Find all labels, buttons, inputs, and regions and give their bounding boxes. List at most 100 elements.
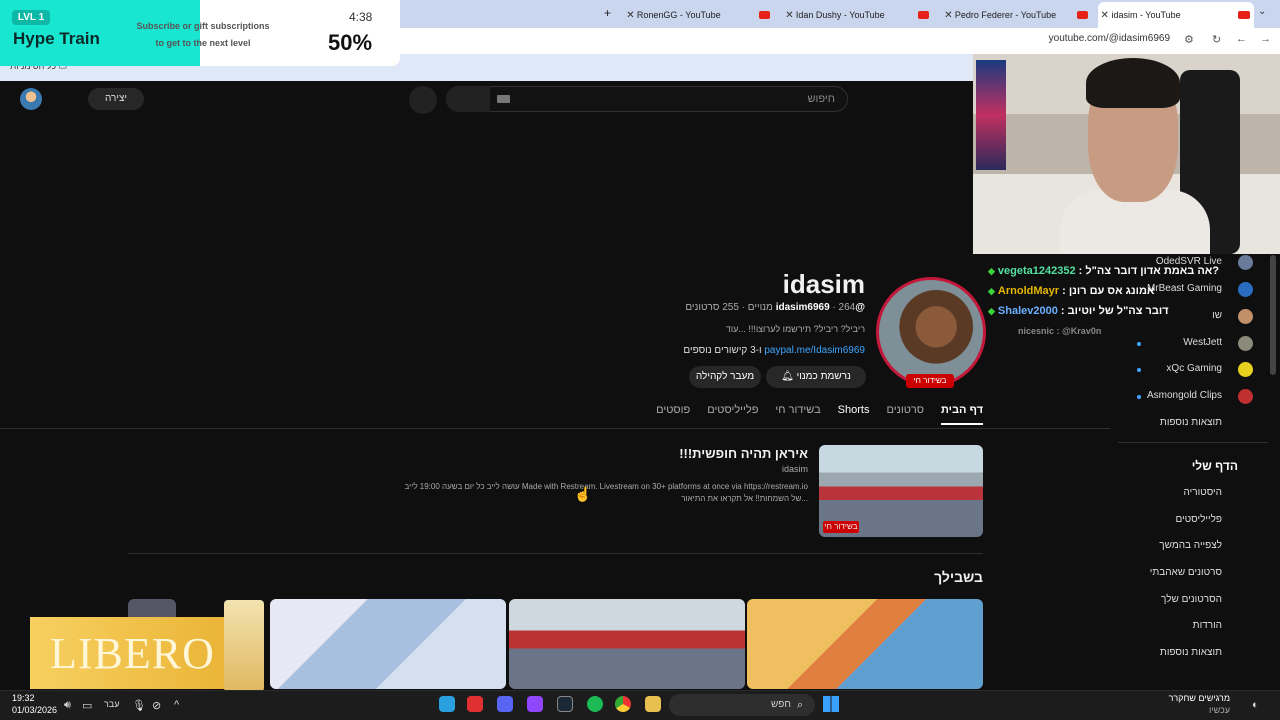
for-you-heading: בשבילך <box>934 569 983 585</box>
browser-tab-active[interactable]: ✕ idasim - YouTube <box>1098 2 1254 28</box>
hype-timer: 4:38 <box>349 10 373 24</box>
chat-message: ◆ vegeta1242352 : אה באמת אדון דובר צה"ל? <box>988 265 1219 277</box>
search-icon: ⌕ <box>797 699 804 711</box>
discord-icon[interactable] <box>497 696 513 712</box>
spotify-icon[interactable] <box>587 696 603 712</box>
sidebar-channel[interactable]: Asmongold Clips <box>1147 390 1222 401</box>
new-content-dot <box>1137 342 1141 346</box>
sidebar-scrollbar[interactable] <box>1270 255 1276 375</box>
forward-icon[interactable]: → <box>1260 33 1271 45</box>
mic-icon[interactable]: 🎙︎ <box>132 699 146 712</box>
create-button[interactable]: יצירה <box>88 88 144 110</box>
hype-train-title: Hype Train <box>13 29 100 48</box>
weather-notification-sub[interactable]: עכשיו <box>1209 705 1230 715</box>
chrome-icon[interactable] <box>615 696 631 712</box>
clock-time[interactable]: 19:32 <box>12 693 35 703</box>
chat-message: nicesnic : @Krav0n <box>1018 326 1102 336</box>
telegram-icon[interactable] <box>439 696 455 712</box>
browser-tab[interactable]: ✕ Idan Dushy - YouTube <box>783 4 933 26</box>
channel-avatar[interactable] <box>1238 255 1253 270</box>
featured-video-description: ...של השמחות!! אל תקראו את התיאור <box>681 494 808 503</box>
reload-icon[interactable]: ↻ <box>1212 33 1221 46</box>
tab-search-icon[interactable]: ⌄ <box>1258 6 1266 17</box>
language-indicator[interactable]: עבר <box>104 699 119 709</box>
taskbar <box>0 690 1280 720</box>
notifications-off-icon[interactable]: ⊘ <box>152 699 161 712</box>
video-thumbnail[interactable] <box>509 599 745 689</box>
network-icon[interactable]: ▭ <box>82 699 92 712</box>
clock-date[interactable]: 01/03/2026 <box>12 705 57 715</box>
channel-avatar[interactable] <box>1238 282 1253 297</box>
sidebar-show-more[interactable]: תוצאות נוספות <box>1160 417 1222 428</box>
sidebar-item-history[interactable]: היסטוריה <box>1184 487 1223 498</box>
account-avatar[interactable] <box>20 88 42 110</box>
channel-avatar[interactable] <box>1238 389 1253 404</box>
steam-icon[interactable] <box>557 696 573 712</box>
sidebar-channel[interactable]: WestJett <box>1183 337 1222 348</box>
windows-start-icon[interactable] <box>823 696 839 712</box>
close-icon[interactable]: ✕ <box>1098 10 1111 21</box>
featured-video-description: Made with Restream. Livestream on 30+ pl… <box>404 482 808 491</box>
browser-tab[interactable]: ✕ Pedro Federer - YouTube <box>942 4 1092 26</box>
url-text[interactable]: youtube.com/@idasim6969 <box>1049 33 1170 44</box>
channel-stats: @idasim6969 · 264 מנויים · 255 סרטונים <box>685 302 865 313</box>
voice-search-button[interactable] <box>409 86 437 114</box>
channel-avatar[interactable] <box>1238 309 1253 324</box>
tab-playlists[interactable]: פלייליסטים <box>707 404 758 425</box>
channel-avatar[interactable] <box>1238 336 1253 351</box>
tab-live[interactable]: בשידור חי <box>775 404 820 425</box>
tab-home[interactable]: דף הבית <box>940 404 983 425</box>
hype-train-subtitle: Subscribe or gift subscriptions to get t… <box>136 21 270 48</box>
sidebar-channel[interactable]: xQc Gaming <box>1166 363 1222 374</box>
close-icon[interactable]: ✕ <box>624 10 637 21</box>
channel-avatar[interactable] <box>1238 362 1253 377</box>
twitch-icon[interactable] <box>527 696 543 712</box>
chat-message: ◆ ArnoldMayr : אמונג אס עם רונן <box>988 285 1155 297</box>
close-icon[interactable]: ✕ <box>783 10 796 21</box>
live-badge: בשידור חי <box>823 521 859 533</box>
chevron-up-icon[interactable]: ^ <box>174 699 179 711</box>
channel-link[interactable]: paypal.me/Idasim6969 <box>764 345 865 356</box>
sidebar-item-downloads[interactable]: הורדות <box>1193 620 1222 631</box>
volume-icon[interactable]: 🔊︎ <box>64 699 71 712</box>
live-badge: בשידור חי <box>906 374 954 388</box>
community-button[interactable]: מעבר לקהילה <box>689 366 761 388</box>
browser-tab[interactable]: ✕ RonenGG - YouTube <box>624 4 774 26</box>
taskbar-search-input[interactable] <box>669 694 815 716</box>
sidebar-item-more[interactable]: תוצאות נוספות <box>1160 647 1222 658</box>
featured-video-title[interactable]: איראן תהיה חופשית!!! <box>679 446 808 461</box>
bell-icon: 🔔︎ <box>781 371 794 382</box>
tab-posts[interactable]: פוסטים <box>656 404 690 425</box>
sidebar-channel[interactable]: שו <box>1212 310 1222 321</box>
hype-percent: 50% <box>328 30 373 55</box>
notification-icon[interactable]: ◐ <box>1252 699 1259 711</box>
tab-shorts[interactable]: Shorts <box>838 404 870 425</box>
search-button[interactable] <box>446 86 490 112</box>
sidebar-channel[interactable]: MrBeast Gaming <box>1147 283 1222 294</box>
sidebar-item-liked[interactable]: סרטונים שאהבתי <box>1150 567 1222 578</box>
keyboard-icon[interactable] <box>497 95 510 103</box>
video-thumbnail[interactable] <box>270 599 506 689</box>
channel-links[interactable]: paypal.me/Idasim6969 ו-3 קישורים נוספים <box>683 345 865 356</box>
new-tab-button[interactable]: + <box>604 6 611 20</box>
weather-notification-title[interactable]: מרגישים שחקרר <box>1169 693 1230 703</box>
close-icon[interactable]: ✕ <box>942 10 955 21</box>
video-thumbnail[interactable] <box>747 599 983 689</box>
sidebar-item-playlists[interactable]: פלייליסטים <box>1175 514 1222 525</box>
sidebar-my-page[interactable]: הדף שלי <box>1192 459 1238 473</box>
chat-message: ◆ Shalev2000 : דובר צה"ל של יוטיוב <box>988 305 1169 317</box>
tabs-divider <box>0 428 1110 429</box>
youtube-icon <box>1238 11 1250 19</box>
site-settings-icon[interactable]: ⚙ <box>1184 33 1194 46</box>
back-icon[interactable]: ← <box>1236 33 1247 45</box>
subscribed-button[interactable]: 🔔︎ נרשמת כמנוי <box>766 366 866 388</box>
sidebar-item-watch-later[interactable]: לצפייה בהמשך <box>1159 540 1222 551</box>
channel-description[interactable]: ריביל? ריביל? תירשמו לערוצו!!! ...עוד <box>726 324 865 334</box>
tab-videos[interactable]: סרטונים <box>886 404 924 425</box>
featured-video-owner[interactable]: idasim <box>782 464 808 474</box>
sidebar-item-your-videos[interactable]: הסרטונים שלך <box>1161 594 1222 605</box>
channel-name: idasim <box>782 269 865 299</box>
app-icon[interactable] <box>467 696 483 712</box>
channel-avatar[interactable] <box>876 277 986 387</box>
file-explorer-icon[interactable] <box>645 696 661 712</box>
